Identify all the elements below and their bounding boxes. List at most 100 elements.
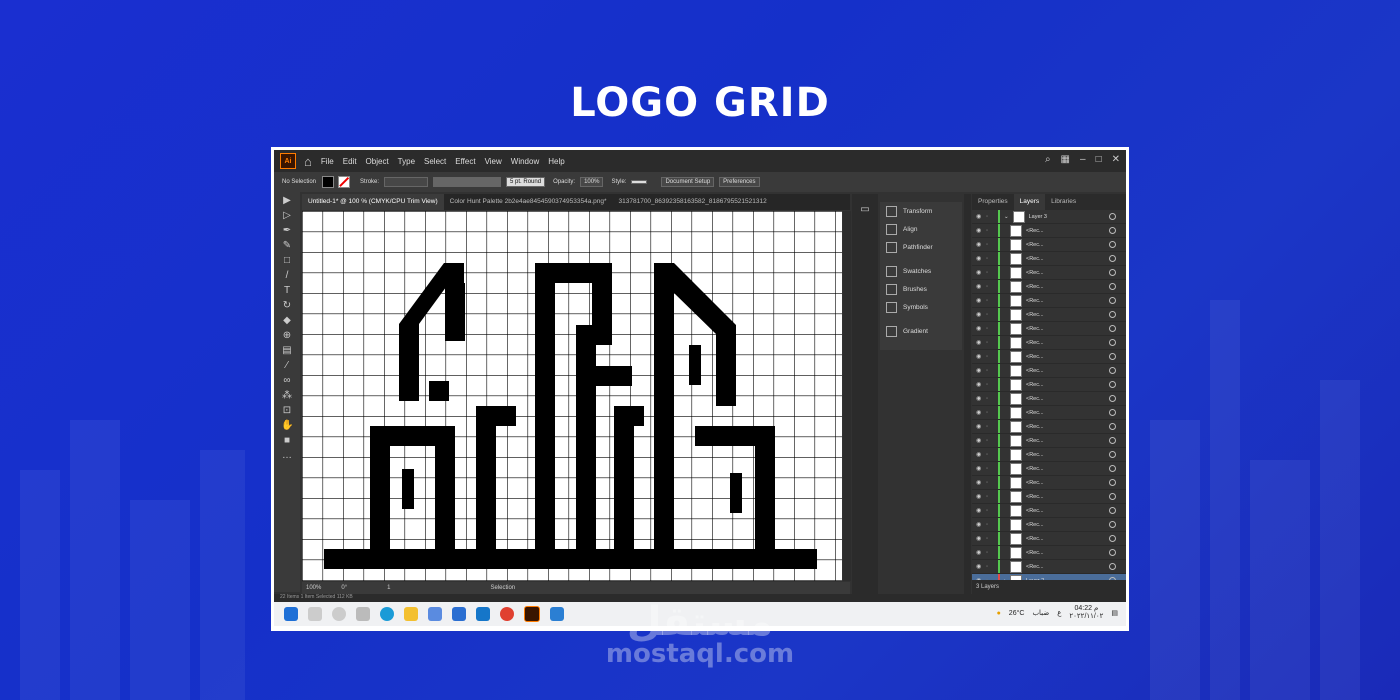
layer-item-row[interactable]: ◉ ▫ <Rec... bbox=[972, 252, 1126, 266]
chrome-icon[interactable] bbox=[500, 607, 514, 621]
lock-icon[interactable]: ▫ bbox=[986, 522, 994, 528]
menu-select[interactable]: Select bbox=[424, 157, 446, 166]
target-circle-icon[interactable] bbox=[1109, 241, 1116, 248]
visibility-eye-icon[interactable]: ◉ bbox=[976, 521, 986, 528]
lock-icon[interactable]: ▫ bbox=[986, 410, 994, 416]
target-circle-icon[interactable] bbox=[1109, 213, 1116, 220]
fill-stroke-icon[interactable]: ■ bbox=[281, 435, 293, 447]
more-tools-icon[interactable]: … bbox=[281, 450, 293, 462]
target-circle-icon[interactable] bbox=[1109, 339, 1116, 346]
target-circle-icon[interactable] bbox=[1109, 521, 1116, 528]
artboard-number[interactable]: 1 bbox=[387, 585, 390, 591]
home-icon[interactable]: ⌂ bbox=[304, 154, 312, 169]
document-setup-button[interactable]: Document Setup bbox=[661, 177, 715, 187]
layer-item-row[interactable]: ◉ ▫ <Rec... bbox=[972, 364, 1126, 378]
style-swatch[interactable] bbox=[631, 180, 648, 184]
variable-width-field[interactable] bbox=[433, 177, 502, 187]
eraser-tool-icon[interactable]: ◆ bbox=[281, 315, 293, 327]
visibility-eye-icon[interactable]: ◉ bbox=[976, 479, 986, 486]
layer-item-row[interactable]: ◉ ▫ <Rec... bbox=[972, 294, 1126, 308]
menu-edit[interactable]: Edit bbox=[343, 157, 357, 166]
notifications-icon[interactable]: ▤ bbox=[1111, 609, 1118, 617]
panel-gradient[interactable]: Gradient bbox=[880, 322, 962, 340]
visibility-eye-icon[interactable]: ◉ bbox=[976, 381, 986, 388]
type-tool-icon[interactable]: T bbox=[281, 285, 293, 297]
task-view-icon[interactable] bbox=[356, 607, 370, 621]
layer-item-row[interactable]: ◉ ▫ <Rec... bbox=[972, 224, 1126, 238]
layer-item-row[interactable]: ◉ ▫ <Rec... bbox=[972, 266, 1126, 280]
lock-icon[interactable]: ▫ bbox=[986, 550, 994, 556]
lock-icon[interactable]: ▫ bbox=[986, 298, 994, 304]
layer-item-row[interactable]: ◉ ▫ <Rec... bbox=[972, 532, 1126, 546]
visibility-eye-icon[interactable]: ◉ bbox=[976, 255, 986, 262]
tab-properties[interactable]: Properties bbox=[972, 194, 1014, 210]
menu-view[interactable]: View bbox=[485, 157, 502, 166]
target-circle-icon[interactable] bbox=[1109, 493, 1116, 500]
layer-item-row[interactable]: ◉ ▫ <Rec... bbox=[972, 518, 1126, 532]
target-circle-icon[interactable] bbox=[1109, 535, 1116, 542]
lock-icon[interactable]: ▫ bbox=[986, 508, 994, 514]
layer-item-row[interactable]: ◉ ▫ <Rec... bbox=[972, 392, 1126, 406]
target-circle-icon[interactable] bbox=[1109, 409, 1116, 416]
visibility-eye-icon[interactable]: ◉ bbox=[976, 409, 986, 416]
lock-icon[interactable]: ▫ bbox=[986, 368, 994, 374]
shape-builder-tool-icon[interactable]: ⊕ bbox=[281, 330, 293, 342]
lock-icon[interactable]: ▫ bbox=[986, 564, 994, 570]
image-viewer-icon[interactable] bbox=[550, 607, 564, 621]
layer-item-row[interactable]: ◉ ▫ <Rec... bbox=[972, 560, 1126, 574]
lock-icon[interactable]: ▫ bbox=[986, 494, 994, 500]
visibility-eye-icon[interactable]: ◉ bbox=[976, 311, 986, 318]
lock-icon[interactable]: ▫ bbox=[986, 354, 994, 360]
artboard-canvas[interactable] bbox=[302, 211, 842, 581]
target-circle-icon[interactable] bbox=[1109, 479, 1116, 486]
canvas-vertical-scrollbar[interactable] bbox=[843, 211, 851, 581]
target-circle-icon[interactable] bbox=[1109, 269, 1116, 276]
visibility-eye-icon[interactable]: ◉ bbox=[976, 437, 986, 444]
target-circle-icon[interactable] bbox=[1109, 227, 1116, 234]
symbol-sprayer-tool-icon[interactable]: ⁂ bbox=[281, 390, 293, 402]
store-icon[interactable] bbox=[428, 607, 442, 621]
preferences-button[interactable]: Preferences bbox=[719, 177, 760, 187]
target-circle-icon[interactable] bbox=[1109, 549, 1116, 556]
menu-effect[interactable]: Effect bbox=[455, 157, 475, 166]
lock-icon[interactable]: ▫ bbox=[986, 424, 994, 430]
panel-pathfinder[interactable]: Pathfinder bbox=[880, 238, 962, 256]
lock-icon[interactable]: ▫ bbox=[986, 256, 994, 262]
layer-item-row[interactable]: ◉ ▫ <Rec... bbox=[972, 378, 1126, 392]
target-circle-icon[interactable] bbox=[1109, 255, 1116, 262]
fill-swatch[interactable] bbox=[322, 176, 335, 188]
visibility-eye-icon[interactable]: ◉ bbox=[976, 367, 986, 374]
layer-item-row[interactable]: ◉ ▫ <Rec... bbox=[972, 238, 1126, 252]
blend-tool-icon[interactable]: ∞ bbox=[281, 375, 293, 387]
panel-align[interactable]: Align bbox=[880, 220, 962, 238]
selection-tool-icon[interactable]: ▶ bbox=[281, 195, 293, 207]
target-circle-icon[interactable] bbox=[1109, 465, 1116, 472]
target-circle-icon[interactable] bbox=[1109, 395, 1116, 402]
visibility-eye-icon[interactable]: ◉ bbox=[976, 563, 986, 570]
tab-document-1[interactable]: Untitled-1* @ 100 % (CMYK/CPU Trim View) bbox=[302, 194, 444, 210]
layer-item-row[interactable]: ◉ ▫ <Rec... bbox=[972, 448, 1126, 462]
pen-tool-icon[interactable]: ✒ bbox=[281, 225, 293, 237]
lock-icon[interactable]: ▫ bbox=[986, 536, 994, 542]
layer-item-row[interactable]: ◉ ▫ <Rec... bbox=[972, 490, 1126, 504]
visibility-eye-icon[interactable]: ◉ bbox=[976, 493, 986, 500]
lock-icon[interactable]: ▫ bbox=[986, 438, 994, 444]
maximize-icon[interactable]: □ bbox=[1096, 154, 1102, 165]
curvature-tool-icon[interactable]: ✎ bbox=[281, 240, 293, 252]
file-explorer-icon[interactable] bbox=[404, 607, 418, 621]
visibility-eye-icon[interactable]: ◉ bbox=[976, 269, 986, 276]
opacity-field[interactable]: 100% bbox=[580, 177, 604, 187]
target-circle-icon[interactable] bbox=[1109, 283, 1116, 290]
brush-dropdown[interactable]: 5 pt. Round bbox=[506, 177, 546, 187]
panel-swatches[interactable]: Swatches bbox=[880, 262, 962, 280]
stroke-weight-field[interactable] bbox=[384, 177, 429, 187]
visibility-eye-icon[interactable]: ◉ bbox=[976, 213, 986, 220]
target-circle-icon[interactable] bbox=[1109, 451, 1116, 458]
target-circle-icon[interactable] bbox=[1109, 325, 1116, 332]
layer-item-row[interactable]: ◉ ▫ <Rec... bbox=[972, 336, 1126, 350]
windows-start-icon[interactable] bbox=[284, 607, 298, 621]
lock-icon[interactable]: ▫ bbox=[986, 214, 994, 220]
minimize-icon[interactable]: – bbox=[1080, 154, 1086, 165]
visibility-eye-icon[interactable]: ◉ bbox=[976, 353, 986, 360]
lock-icon[interactable]: ▫ bbox=[986, 270, 994, 276]
